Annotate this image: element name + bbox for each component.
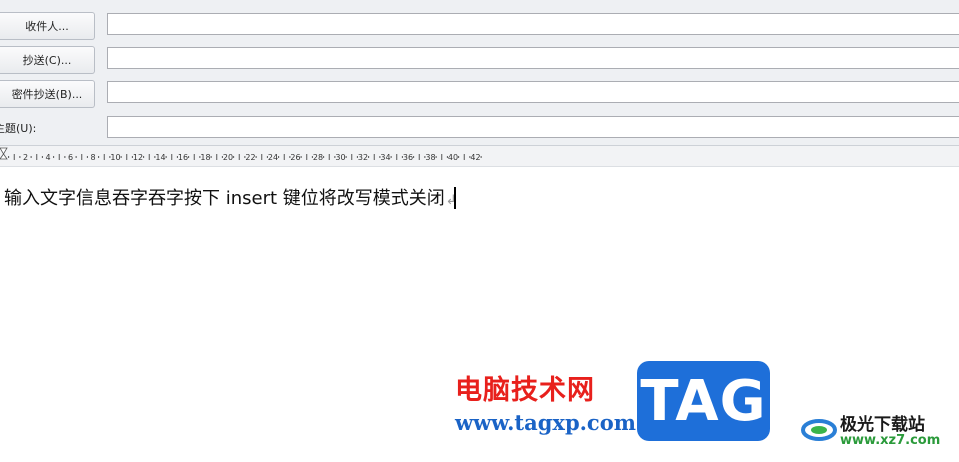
cc-field[interactable] xyxy=(107,47,959,69)
ruler-label: 26 xyxy=(290,153,300,162)
ruler-label: 14 xyxy=(155,153,165,162)
watermark-jiguang-url: www.xz7.com xyxy=(840,433,941,448)
indent-marker-icon[interactable] xyxy=(0,147,8,160)
ruler-label: 36 xyxy=(403,153,413,162)
ruler-label: 4 xyxy=(45,153,50,162)
ruler-label: 30 xyxy=(335,153,345,162)
text-caret xyxy=(453,187,456,209)
jiguang-logo-icon xyxy=(801,419,837,441)
watermark-site-url: www.tagxp.com xyxy=(455,410,636,435)
ruler-label: 10 xyxy=(110,153,120,162)
ruler-label: 18 xyxy=(200,153,210,162)
ruler-label: 40 xyxy=(448,153,458,162)
ruler-label: 16 xyxy=(178,153,188,162)
ruler-label: 42 xyxy=(470,153,480,162)
ruler-label: 34 xyxy=(380,153,390,162)
cc-button[interactable]: 抄送(C)... xyxy=(0,46,95,74)
ruler-scale: 2 4 6 8 10 12 14 16 18 20 22 24 26 28 30 32 34 36 38 40 42 xyxy=(0,147,482,162)
bcc-button[interactable]: 密件抄送(B)... xyxy=(0,80,95,108)
ruler-label: 24 xyxy=(268,153,278,162)
body-text-line: 输入文字信息吞字吞字按下 insert 键位将改写模式关闭↲ xyxy=(4,187,457,213)
watermark-site-name: 电脑技术网 xyxy=(455,375,595,406)
ruler-label: 6 xyxy=(68,153,73,162)
message-header: 收件人... 抄送(C)... 密件抄送(B)... 主题(U): xyxy=(0,0,959,145)
bcc-field[interactable] xyxy=(107,81,959,103)
ruler-label: 22 xyxy=(245,153,255,162)
ruler-label: 38 xyxy=(425,153,435,162)
ruler-label: 28 xyxy=(313,153,323,162)
ruler-label: 2 xyxy=(23,153,28,162)
to-field[interactable] xyxy=(107,13,959,35)
watermark-tag-logo: TAG xyxy=(637,361,770,441)
watermark-jiguang-name: 极光下载站 xyxy=(840,415,925,435)
ruler-label: 32 xyxy=(358,153,368,162)
body-text: 输入文字信息吞字吞字按下 insert 键位将改写模式关闭 xyxy=(4,188,445,209)
ruler-label: 12 xyxy=(133,153,143,162)
ruler-label: 20 xyxy=(223,153,233,162)
subject-label: 主题(U): xyxy=(0,122,37,135)
to-button[interactable]: 收件人... xyxy=(0,12,95,40)
subject-field[interactable] xyxy=(107,116,959,138)
ruler-label: 8 xyxy=(90,153,95,162)
horizontal-ruler[interactable]: 2 4 6 8 10 12 14 16 18 20 22 24 26 28 30 32 34 36 38 40 42 xyxy=(0,145,959,167)
